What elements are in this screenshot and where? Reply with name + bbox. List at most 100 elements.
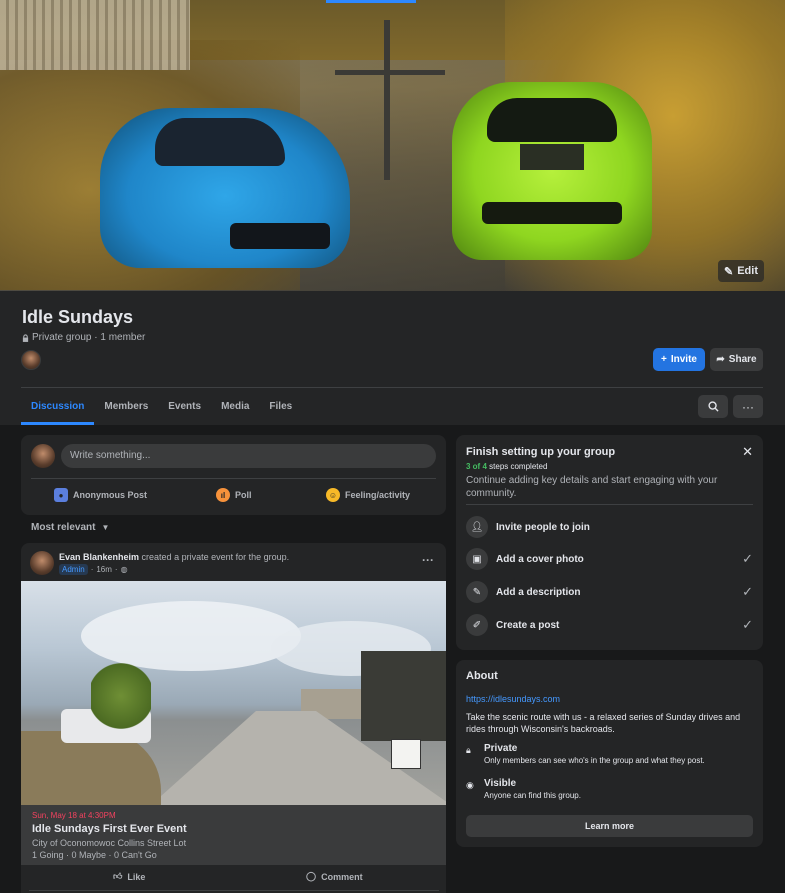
meta-dot: · (114, 565, 118, 574)
cover-crossbar (335, 70, 445, 75)
anonymous-post-button[interactable]: ● Anonymous Post (54, 488, 147, 502)
group-privacy-meta: Private group · 1 member (22, 332, 145, 343)
checkmark-icon: ✓ (742, 584, 753, 599)
more-options-button[interactable]: ··· (733, 395, 763, 418)
cover-green-car (452, 82, 652, 260)
about-description: Take the scenic route with us - a relaxe… (466, 712, 741, 734)
step-label: Add a cover photo (496, 553, 584, 565)
privacy-meta-text[interactable]: Private group · 1 member (32, 332, 145, 343)
cover-blue-car (100, 108, 350, 268)
feeling-activity-button[interactable]: ☺ Feeling/activity (326, 488, 410, 502)
step-label: Add a description (496, 586, 581, 598)
group-setup-card: Finish setting up your group ✕ 3 of 4 st… (456, 435, 763, 650)
visible-description: Anyone can find this group. (484, 791, 581, 800)
write-something-input[interactable]: Write something... (61, 444, 436, 468)
search-group-button[interactable] (698, 395, 728, 418)
feeling-activity-label: Feeling/activity (345, 490, 411, 500)
post-timestamp[interactable]: 16m (96, 565, 112, 574)
step-add-description[interactable]: ✎ Add a description ✓ (466, 580, 753, 604)
post-composer: Write something... ● Anonymous Post ıl P… (21, 435, 446, 515)
composer-avatar[interactable] (31, 444, 55, 468)
like-button[interactable]: 👍︎ Like (113, 871, 145, 882)
tab-members[interactable]: Members (94, 393, 158, 425)
anonymous-post-label: Anonymous Post (73, 490, 148, 500)
event-rsvp-counts: 1 Going · 0 Maybe · 0 Can't Go (32, 850, 157, 860)
comment-button[interactable]: ◯ Comment (306, 871, 363, 882)
thumbs-up-icon: 👍︎ (113, 871, 123, 881)
sort-dropdown[interactable]: Most relevant ▼ (31, 522, 109, 533)
tab-discussion[interactable]: Discussion (21, 393, 95, 425)
share-label: Share (728, 354, 757, 365)
visibility-row: ◉ Visible Anyone can find this group. (466, 778, 761, 800)
anonymous-icon: ● (54, 488, 68, 502)
step-create-post[interactable]: ✐ Create a post ✓ (466, 613, 753, 637)
visible-title: Visible (484, 778, 517, 789)
cover-photo (0, 0, 785, 291)
event-cover-photo[interactable] (21, 581, 446, 805)
setup-title: Finish setting up your group (466, 446, 616, 458)
post-meta: Admin · 16m · ◍ (59, 564, 128, 575)
header-divider (21, 387, 763, 388)
feed-post: Evan Blankenheim created a private event… (21, 543, 446, 893)
poll-label: Poll (235, 490, 252, 500)
post-action-text: created a private event for the group. (141, 552, 290, 562)
setup-progress: 3 of 4 steps completed (466, 462, 547, 471)
step-label: Invite people to join (496, 521, 590, 533)
compose-icon: ✐ (466, 614, 488, 636)
lock-icon (22, 333, 29, 342)
admin-badge: Admin (59, 564, 88, 575)
close-icon[interactable]: ✕ (742, 444, 753, 460)
post-author-avatar[interactable] (30, 551, 54, 575)
smiley-icon: ☺ (326, 488, 340, 502)
pencil-icon: ✎ (466, 581, 488, 603)
comment-label: Comment (321, 871, 363, 882)
person-icon: 👤︎ (466, 516, 488, 538)
like-label: Like (127, 871, 146, 882)
lock-icon: 🔒︎ (466, 745, 471, 755)
post-options-button[interactable]: ··· (422, 553, 434, 567)
step-label: Create a post (496, 619, 560, 631)
post-author-name[interactable]: Evan Blankenheim (59, 552, 139, 562)
setup-progress-text: steps completed (489, 462, 548, 471)
checkmark-icon: ✓ (742, 551, 753, 566)
search-icon (707, 401, 719, 412)
cover-fence (0, 0, 190, 70)
loading-indicator (326, 0, 416, 3)
member-avatar[interactable] (21, 350, 41, 370)
tab-files[interactable]: Files (259, 393, 302, 425)
poll-button[interactable]: ıl Poll (216, 488, 252, 502)
comment-bubble-icon: ◯ (306, 871, 317, 881)
edit-cover-button[interactable]: ✎ Edit (718, 260, 764, 282)
caret-down-icon: ▼ (101, 523, 110, 532)
privacy-private-row: 🔒︎ Private Only members can see who's in… (466, 743, 761, 765)
about-card: About https://idlesundays.com Take the s… (456, 660, 763, 847)
ellipsis-icon: ··· (742, 399, 754, 414)
share-button[interactable]: ➦ Share (710, 348, 763, 371)
plus-icon: + (661, 354, 667, 365)
post-footer-divider (29, 890, 439, 891)
tab-media[interactable]: Media (211, 393, 259, 425)
checkmark-icon: ✓ (742, 617, 753, 632)
group-tabs: Discussion Members Events Media Files (21, 393, 302, 425)
setup-description: Continue adding key details and start en… (466, 475, 718, 499)
globe-icon: ◍ (120, 565, 128, 574)
composer-divider (31, 478, 436, 479)
step-invite-people[interactable]: 👤︎ Invite people to join (466, 515, 753, 539)
sort-label: Most relevant (31, 522, 96, 533)
post-header-text: Evan Blankenheim created a private event… (59, 552, 289, 562)
step-add-cover-photo[interactable]: ▣ Add a cover photo ✓ (466, 547, 753, 571)
poll-icon: ıl (216, 488, 230, 502)
event-date: Sun, May 18 at 4:30PM (32, 811, 116, 820)
photo-icon: ▣ (466, 548, 488, 570)
setup-divider (466, 504, 753, 505)
invite-label: Invite (670, 354, 697, 365)
group-website-link[interactable]: https://idlesundays.com (466, 694, 560, 704)
event-name[interactable]: Idle Sundays First Ever Event (32, 823, 435, 835)
invite-button[interactable]: + Invite (653, 348, 705, 371)
group-title[interactable]: Idle Sundays (22, 307, 133, 328)
tab-events[interactable]: Events (158, 393, 211, 425)
setup-progress-count: 3 of 4 (466, 462, 487, 471)
event-location: City of Oconomowoc Collins Street Lot (32, 838, 187, 848)
event-details[interactable]: Sun, May 18 at 4:30PM Idle Sundays First… (21, 805, 446, 865)
learn-more-button[interactable]: Learn more (466, 815, 753, 837)
